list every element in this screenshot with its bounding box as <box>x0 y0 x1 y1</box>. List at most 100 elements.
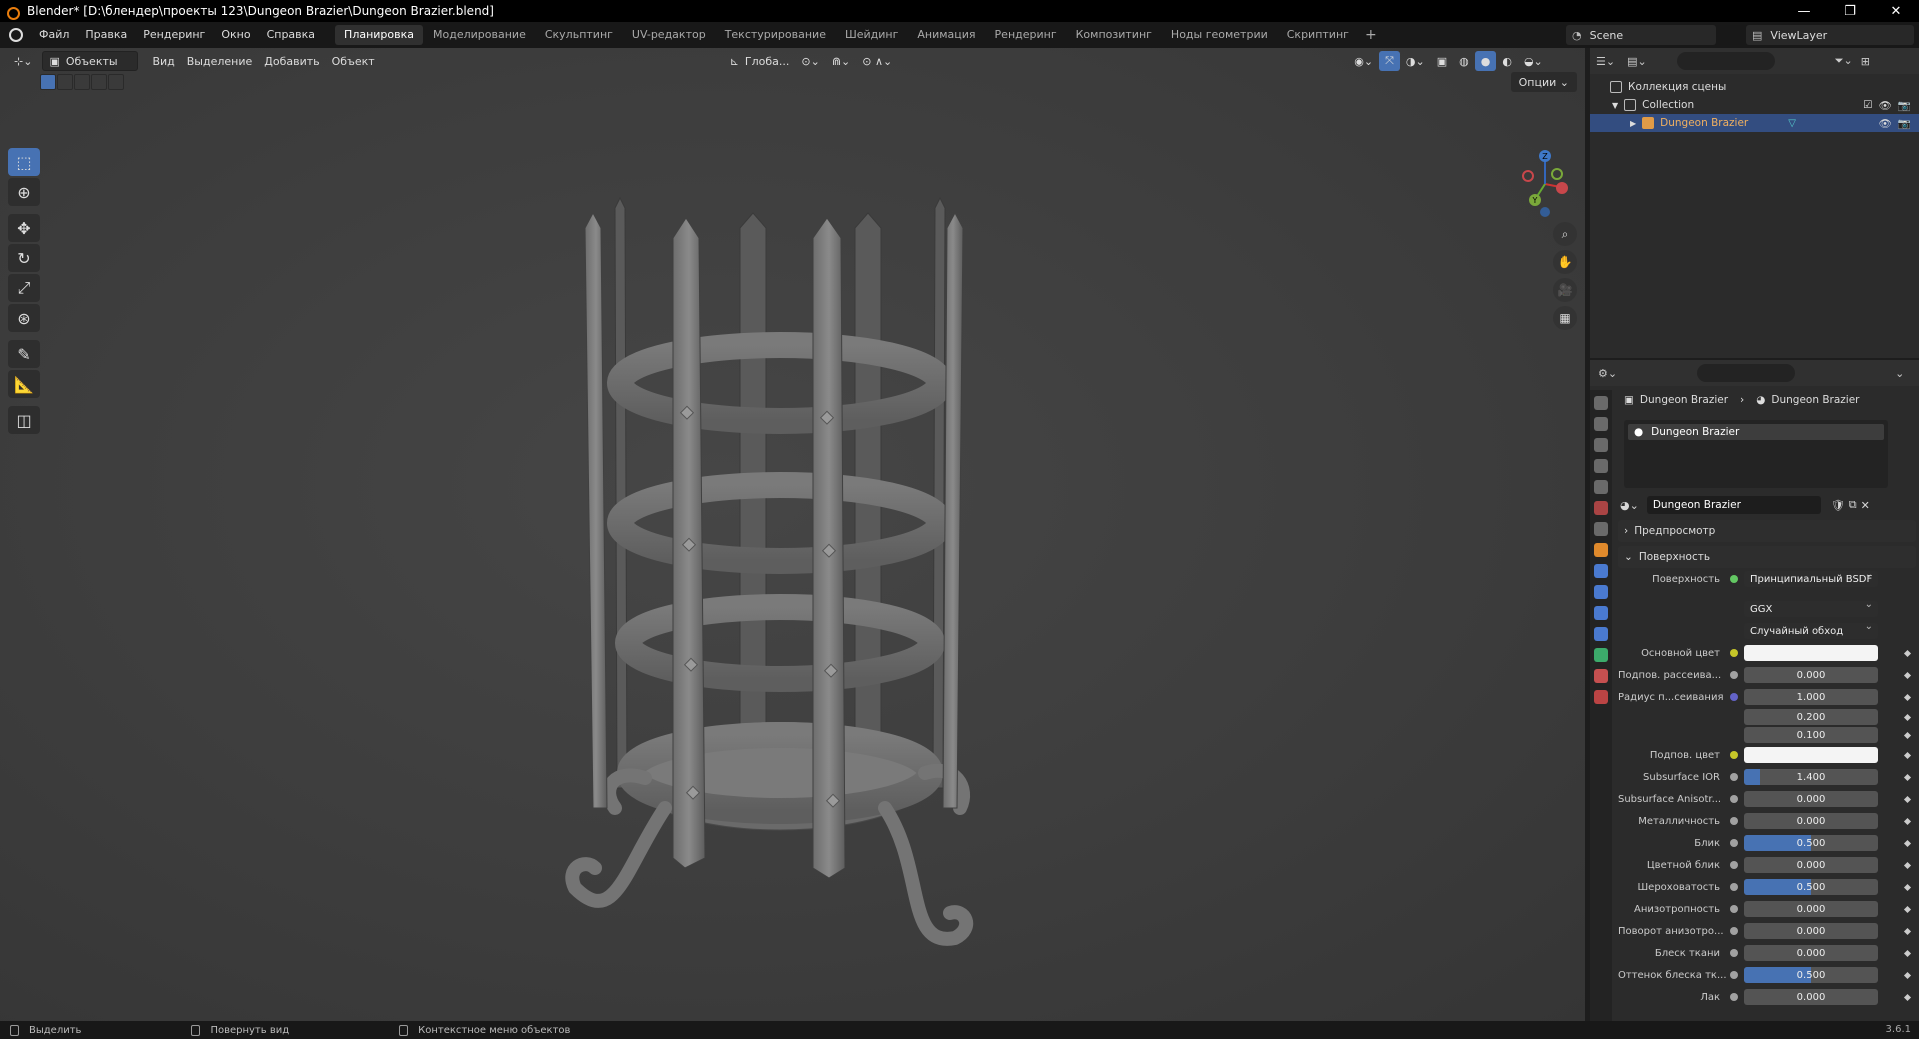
duplicate-material-icon[interactable]: ⧉ <box>1849 498 1857 512</box>
socket-icon[interactable] <box>1730 693 1738 701</box>
preview-panel-header[interactable]: › Предпросмотр <box>1618 520 1916 542</box>
menu-view[interactable]: Вид <box>146 51 180 71</box>
properties-editor-icon[interactable]: ⚙⌄ <box>1598 367 1617 380</box>
surface-panel-header[interactable]: ⌄ Поверхность <box>1618 546 1916 568</box>
subsurface-method-dropdown[interactable]: Случайный обход <box>1744 623 1878 639</box>
tab-geometry-nodes[interactable]: Ноды геометрии <box>1162 25 1277 45</box>
keyframe-icon[interactable] <box>1903 817 1912 825</box>
transform-tool-icon[interactable]: ⊛ <box>8 304 40 332</box>
view-layer-selector[interactable]: ▤ ViewLayer <box>1746 25 1914 45</box>
socket-icon[interactable] <box>1730 927 1738 935</box>
snap-icon[interactable]: ⋒⌄ <box>826 51 856 71</box>
keyframe-icon[interactable] <box>1903 693 1912 701</box>
options-dropdown[interactable]: Опции ⌄ <box>1510 72 1577 92</box>
keyframe-icon[interactable] <box>1903 671 1912 679</box>
socket-icon[interactable] <box>1730 883 1738 891</box>
value-slider[interactable]: 0.000 <box>1744 945 1878 961</box>
keyframe-icon[interactable] <box>1903 731 1912 739</box>
select-intersect-icon[interactable] <box>108 74 124 90</box>
socket-icon[interactable] <box>1730 817 1738 825</box>
tab-texture-paint[interactable]: Текстурирование <box>716 25 835 45</box>
annotate-tool-icon[interactable]: ✎ <box>8 340 40 368</box>
view-layer-tab-icon[interactable] <box>1594 459 1608 473</box>
value-slider[interactable]: 0.000 <box>1744 813 1878 829</box>
tab-rendering[interactable]: Рендеринг <box>986 25 1066 45</box>
texture-tab-icon[interactable] <box>1594 690 1608 704</box>
select-extend-icon[interactable] <box>57 74 73 90</box>
cursor-tool-icon[interactable]: ⊕ <box>8 178 40 206</box>
material-slot-list[interactable]: ● Dungeon Brazier <box>1624 420 1888 488</box>
keyframe-icon[interactable] <box>1903 649 1912 657</box>
value-slider[interactable]: 0.000 <box>1744 857 1878 873</box>
tab-uv-editing[interactable]: UV-редактор <box>623 25 715 45</box>
outliner-collection[interactable]: ▼ Collection ☑ 👁 📷 <box>1590 96 1919 114</box>
value-slider[interactable]: 1.000 <box>1744 689 1878 705</box>
keyframe-icon[interactable] <box>1903 839 1912 847</box>
color-swatch[interactable] <box>1744 645 1878 661</box>
keyframe-icon[interactable] <box>1903 883 1912 891</box>
socket-icon[interactable] <box>1730 751 1738 759</box>
menu-object[interactable]: Объект <box>326 51 381 71</box>
keyframe-icon[interactable] <box>1903 993 1912 1001</box>
socket-icon[interactable] <box>1730 905 1738 913</box>
world-tab-icon[interactable] <box>1594 501 1608 515</box>
physics-tab-icon[interactable] <box>1594 606 1608 620</box>
xray-icon[interactable]: ▣ <box>1431 51 1453 71</box>
outliner-filter-icon[interactable]: ⏷⌄ <box>1835 54 1853 68</box>
properties-options-icon[interactable]: ⌄ <box>1895 367 1904 380</box>
select-invert-icon[interactable] <box>91 74 107 90</box>
scene-selector[interactable]: ◔ Scene <box>1566 25 1716 45</box>
zoom-icon[interactable]: ⌕ <box>1553 222 1577 246</box>
3d-viewport[interactable]: ⊹⌄ ▣ Объекты Вид Выделение Добавить Объе… <box>0 48 1585 1021</box>
navigation-gizmo[interactable]: Y Z <box>1510 144 1580 224</box>
add-workspace-button[interactable]: + <box>1359 27 1383 43</box>
maximize-button[interactable]: ❐ <box>1827 0 1873 22</box>
keyframe-icon[interactable] <box>1903 949 1912 957</box>
new-collection-icon[interactable]: ⊞ <box>1861 55 1870 68</box>
properties-search-input[interactable] <box>1697 364 1796 382</box>
modifier-tab-icon[interactable] <box>1594 564 1608 578</box>
surface-shader-dropdown[interactable]: Принципиальный BSDF <box>1744 571 1878 587</box>
keyframe-icon[interactable] <box>1903 905 1912 913</box>
tab-compositing[interactable]: Композитинг <box>1067 25 1161 45</box>
scene-tab-icon[interactable] <box>1594 480 1608 494</box>
value-slider[interactable]: 0.200 <box>1744 709 1878 725</box>
tab-layout[interactable]: Планировка <box>335 25 424 45</box>
tab-scripting[interactable]: Скриптинг <box>1278 25 1358 45</box>
output-tab-icon[interactable] <box>1594 438 1608 452</box>
socket-icon[interactable] <box>1730 839 1738 847</box>
scale-tool-icon[interactable]: ⤢ <box>8 274 40 302</box>
menu-render[interactable]: Рендеринг <box>135 22 213 48</box>
menu-file[interactable]: Файл <box>31 22 77 48</box>
eye-icon[interactable]: 👁 <box>1879 99 1892 112</box>
render-tab-icon[interactable] <box>1594 417 1608 431</box>
keyframe-icon[interactable] <box>1903 861 1912 869</box>
outliner-object-dungeon-brazier[interactable]: ▶ Dungeon Brazier ▽ 👁 📷 <box>1590 114 1919 132</box>
material-browse-icon[interactable]: ◕⌄ <box>1620 499 1639 512</box>
camera-icon[interactable]: 📷 <box>1898 99 1911 112</box>
transform-orientation-dropdown[interactable]: ⊾ Глоба... <box>724 51 796 71</box>
editor-type-icon[interactable]: ⊹⌄ <box>8 51 38 71</box>
value-slider[interactable]: 0.000 <box>1744 791 1878 807</box>
tab-animation[interactable]: Анимация <box>908 25 984 45</box>
distribution-dropdown[interactable]: GGX <box>1744 601 1878 617</box>
fake-user-icon[interactable]: 🛡 <box>1831 499 1845 512</box>
tool-tab-icon[interactable] <box>1594 396 1608 410</box>
outliner-search-input[interactable] <box>1676 52 1775 70</box>
particles-tab-icon[interactable] <box>1594 585 1608 599</box>
dungeon-brazier-model[interactable] <box>555 168 1035 968</box>
socket-icon[interactable] <box>1730 861 1738 869</box>
socket-icon[interactable] <box>1730 993 1738 1001</box>
outliner-scene-collection[interactable]: Коллекция сцены <box>1590 78 1919 96</box>
eye-icon[interactable]: 👁 <box>1879 117 1892 130</box>
constraints-tab-icon[interactable] <box>1594 627 1608 641</box>
mode-dropdown[interactable]: ▣ Объекты <box>42 51 139 71</box>
camera-icon[interactable]: 📷 <box>1898 117 1911 130</box>
tab-shading[interactable]: Шейдинг <box>836 25 907 45</box>
add-cube-tool-icon[interactable]: ◫ <box>8 406 40 434</box>
keyframe-icon[interactable] <box>1903 751 1912 759</box>
value-slider[interactable]: 1.400 <box>1744 769 1878 785</box>
keyframe-icon[interactable] <box>1903 795 1912 803</box>
shading-wireframe-icon[interactable]: ◍ <box>1453 51 1475 71</box>
checkbox-icon[interactable]: ☑ <box>1863 99 1872 112</box>
